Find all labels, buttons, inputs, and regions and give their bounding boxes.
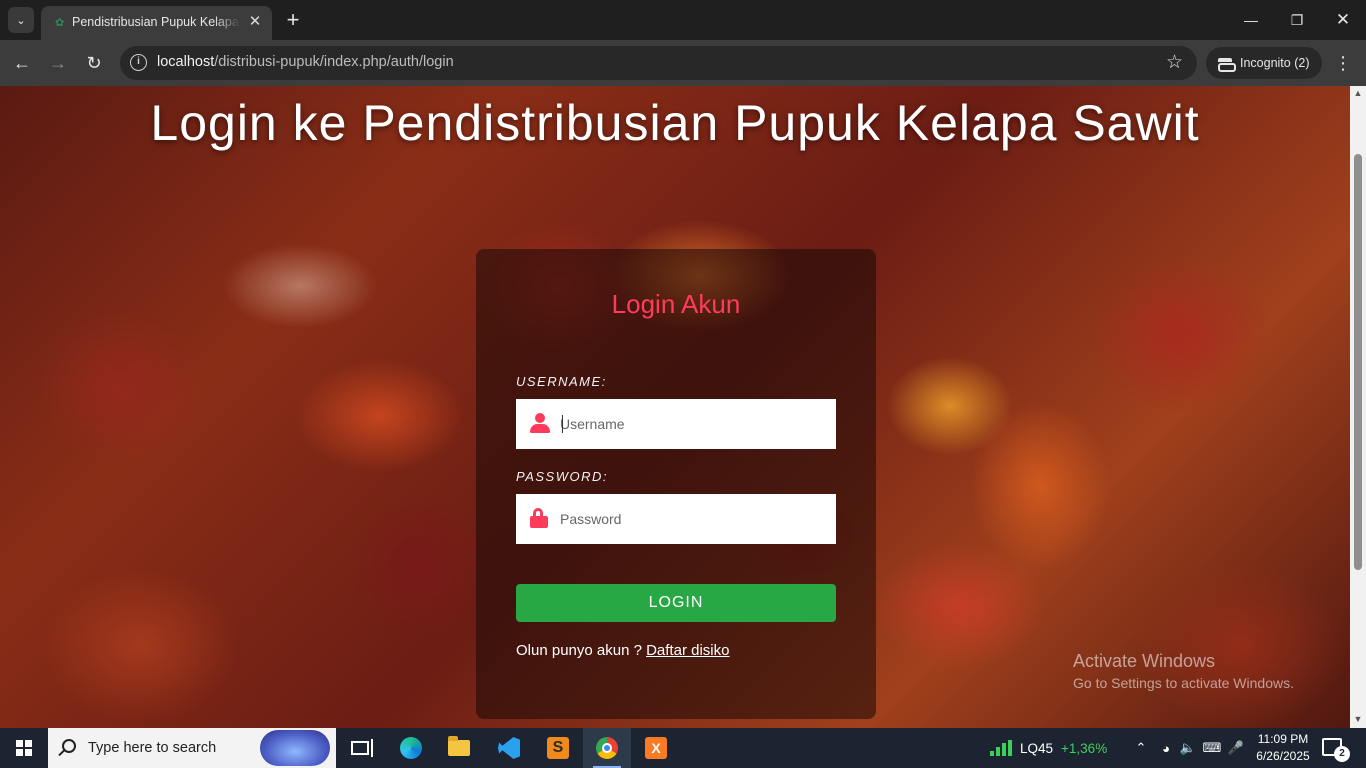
unlock-icon [530, 508, 550, 528]
task-view-button[interactable] [336, 728, 384, 768]
clock-time: 11:09 PM [1257, 732, 1309, 746]
xampp-taskbar-button[interactable]: X [632, 728, 680, 768]
login-card-title: Login Akun [611, 289, 741, 319]
vscode-taskbar-button[interactable] [485, 728, 533, 768]
register-prompt-text: Olun punyo akun ? [516, 642, 647, 659]
stock-widget[interactable]: LQ45 +1,36% [990, 728, 1107, 768]
folder-icon [448, 736, 470, 756]
new-tab-plus-icon[interactable]: + [281, 7, 305, 33]
window-restore-icon[interactable]: ❐ [1274, 0, 1320, 40]
register-link[interactable]: Daftar disiko [646, 642, 729, 659]
tab-search-chevron-icon[interactable]: ⌄ [8, 7, 34, 33]
start-button[interactable] [0, 728, 48, 768]
username-input[interactable] [560, 399, 830, 449]
taskbar-search-placeholder: Type here to search [88, 740, 217, 756]
browser-toolbar: ← → ↻ i localhost/distribusi-pupuk/index… [0, 40, 1366, 86]
scroll-up-arrow-icon[interactable]: ▲ [1350, 88, 1366, 100]
username-input-box[interactable] [516, 399, 836, 449]
reload-icon[interactable]: ↻ [82, 51, 106, 75]
tab-close-icon[interactable]: ✕ [246, 13, 264, 31]
user-icon [530, 413, 550, 433]
file-explorer-taskbar-button[interactable] [435, 728, 483, 768]
taskbar-clock[interactable]: 11:09 PM 6/26/2025 [1250, 731, 1316, 765]
sublime-text-icon: S [547, 737, 569, 759]
clock-date: 6/26/2025 [1256, 749, 1310, 763]
network-wifi-icon[interactable]: ◕ [1156, 728, 1176, 768]
stock-chart-icon [990, 740, 1012, 756]
tray-overflow-chevron-icon[interactable]: ⌃ [1130, 728, 1152, 768]
username-label: USERNAME: [516, 374, 607, 389]
login-card: Login Akun USERNAME: PASSWORD: LOGIN Olu… [476, 249, 876, 719]
search-icon [62, 739, 76, 753]
edge-icon [400, 737, 422, 759]
password-label: PASSWORD: [516, 469, 608, 484]
vscode-icon [498, 737, 520, 759]
password-input-box[interactable] [516, 494, 836, 544]
notification-count-badge: 2 [1334, 746, 1350, 762]
tab-title: Pendistribusian Pupuk Kelapa Sawit [72, 15, 240, 29]
text-caret [562, 415, 563, 433]
leaf-favicon-icon: ✿ [55, 17, 65, 29]
incognito-label: Incognito (2) [1240, 56, 1310, 70]
edge-taskbar-button[interactable] [387, 728, 435, 768]
chrome-taskbar-button[interactable] [583, 728, 631, 768]
incognito-button[interactable]: Incognito (2) [1206, 47, 1322, 79]
microphone-icon[interactable]: 🎤 [1226, 728, 1246, 768]
taskbar-search-box[interactable]: Type here to search [48, 728, 336, 768]
url-text[interactable]: localhost/distribusi-pupuk/index.php/aut… [157, 54, 454, 70]
ime-language-icon[interactable]: ⌨ [1201, 728, 1223, 768]
bookmark-star-icon[interactable]: ☆ [1166, 51, 1183, 74]
address-bar[interactable]: i localhost/distribusi-pupuk/index.php/a… [120, 46, 1197, 80]
stock-name: LQ45 [1020, 740, 1054, 756]
url-path: /distribusi-pupuk/index.php/auth/login [214, 54, 454, 70]
register-prompt: Olun punyo akun ? Daftar disiko [516, 642, 729, 659]
task-view-icon [351, 739, 373, 757]
search-highlight-art-icon[interactable] [260, 730, 330, 766]
browser-tab-active[interactable]: ✿ Pendistribusian Pupuk Kelapa Sawit ✕ [41, 6, 272, 40]
back-arrow-icon[interactable]: ← [10, 51, 34, 75]
login-button[interactable]: LOGIN [516, 584, 836, 622]
browser-menu-icon[interactable]: ⋮ [1333, 51, 1353, 75]
site-info-icon[interactable]: i [130, 54, 147, 71]
url-host: localhost [157, 54, 215, 70]
password-input[interactable] [560, 494, 830, 544]
window-close-icon[interactable]: ✕ [1320, 0, 1366, 40]
activate-windows-watermark: Activate Windows Go to Settings to activ… [1073, 651, 1294, 691]
windows-logo-icon [16, 740, 32, 756]
window-minimize-icon[interactable]: — [1228, 0, 1274, 40]
page-title: Login ke Pendistribusian Pupuk Kelapa Sa… [150, 95, 1200, 151]
xampp-icon: X [645, 737, 667, 759]
page-scrollbar[interactable]: ▲ ▼ [1350, 86, 1366, 728]
page-viewport: Login ke Pendistribusian Pupuk Kelapa Sa… [0, 86, 1366, 728]
volume-speaker-icon[interactable]: 🔈 [1178, 728, 1198, 768]
forward-arrow-icon[interactable]: → [46, 51, 70, 75]
chrome-icon [596, 737, 618, 759]
watermark-line-2: Go to Settings to activate Windows. [1073, 675, 1294, 691]
sublime-taskbar-button[interactable]: S [534, 728, 582, 768]
browser-tab-strip: ⌄ ✿ Pendistribusian Pupuk Kelapa Sawit ✕… [0, 0, 1366, 40]
windows-taskbar: Type here to search S X LQ45 +1,36% ⌃ ◕ … [0, 728, 1366, 768]
watermark-line-1: Activate Windows [1073, 651, 1216, 671]
stock-change: +1,36% [1061, 740, 1108, 756]
scroll-thumb[interactable] [1354, 154, 1362, 570]
scroll-down-arrow-icon[interactable]: ▼ [1350, 714, 1366, 726]
incognito-icon [1218, 58, 1236, 72]
